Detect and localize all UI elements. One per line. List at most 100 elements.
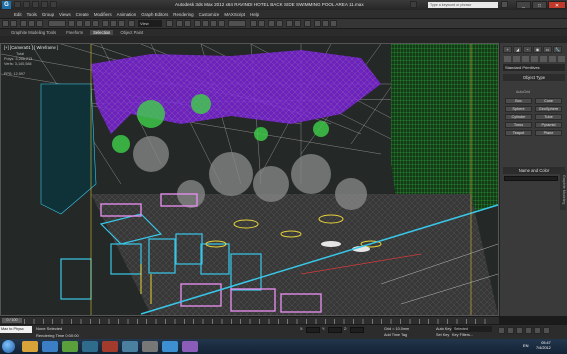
utilities-tab-icon[interactable]: 🔧 (553, 46, 562, 53)
schematic-view-icon[interactable] (294, 20, 301, 27)
skype-taskbar-icon[interactable] (162, 341, 178, 352)
motion-tab-icon[interactable]: ◉ (533, 46, 542, 53)
bind-space-warp-icon[interactable] (36, 20, 43, 27)
new-file-icon[interactable] (14, 1, 21, 8)
systems-icon[interactable] (558, 56, 565, 62)
viewport-label[interactable]: [+] [Camera01 ] [ Wireframe ] (4, 45, 58, 50)
language-indicator[interactable]: EN (523, 343, 529, 348)
cone-button[interactable]: Cone (535, 98, 562, 104)
create-tab-icon[interactable]: + (503, 46, 512, 53)
link-icon[interactable] (20, 20, 27, 27)
add-time-tag-button[interactable]: Add Time Tag (384, 333, 407, 337)
pivot-center-icon[interactable] (166, 20, 173, 27)
pyramid-button[interactable]: Pyramid (535, 122, 562, 128)
coord-z-field[interactable] (350, 327, 364, 333)
browser-taskbar-icon[interactable] (42, 341, 58, 352)
percent-snap-icon[interactable] (210, 20, 217, 27)
player-taskbar-icon[interactable] (182, 341, 198, 352)
autogrid-checkbox[interactable]: AutoGrid (516, 90, 530, 94)
rendered-frame-window-icon[interactable] (322, 20, 329, 27)
menu-animation[interactable]: Animation (117, 12, 137, 17)
menu-group[interactable]: Group (42, 12, 54, 17)
auto-key-button[interactable]: Auto Key (436, 327, 451, 331)
pan-view-icon[interactable] (498, 327, 505, 334)
object-name-field[interactable] (504, 176, 558, 181)
tab-object-paint[interactable]: Object Paint (117, 30, 146, 35)
save-icon[interactable] (32, 1, 39, 8)
spinner-snap-icon[interactable] (218, 20, 225, 27)
material-editor-icon[interactable] (304, 20, 311, 27)
autocad-taskbar-icon[interactable] (102, 341, 118, 352)
menu-help[interactable]: Help (250, 12, 259, 17)
helpers-icon[interactable] (540, 56, 547, 62)
angle-snap-icon[interactable] (202, 20, 209, 27)
field-of-view-icon[interactable] (525, 327, 532, 334)
zoom-icon[interactable] (516, 327, 523, 334)
layer-manager-icon[interactable] (268, 20, 275, 27)
cameras-icon[interactable] (531, 56, 538, 62)
keyboard-shortcut-icon[interactable] (184, 20, 191, 27)
unlink-icon[interactable] (28, 20, 35, 27)
redo-icon[interactable] (50, 1, 57, 8)
open-file-icon[interactable] (23, 1, 30, 8)
geosphere-button[interactable]: GeoSphere (535, 106, 562, 112)
maximize-button[interactable]: □ (532, 1, 547, 9)
folder-taskbar-icon[interactable] (142, 341, 158, 352)
menu-views[interactable]: Views (59, 12, 71, 17)
window-crossing-icon[interactable] (92, 20, 99, 27)
set-key-button[interactable]: Set Key (436, 333, 449, 337)
close-button[interactable]: ✕ (548, 1, 566, 9)
primitive-category-dropdown[interactable]: Standard Primitives (503, 64, 565, 71)
graphite-toggle-icon[interactable] (276, 20, 283, 27)
time-slider[interactable]: 0 / 100 (2, 318, 22, 323)
binoculars-icon[interactable] (410, 1, 417, 8)
system-clock[interactable]: 05:47 7/4/2012 (536, 341, 551, 351)
render-setup-icon[interactable] (314, 20, 321, 27)
scale-icon[interactable] (118, 20, 125, 27)
name-and-color-rollout[interactable]: Name and Color (503, 167, 565, 174)
align-icon[interactable] (258, 20, 265, 27)
selection-filter-dropdown[interactable] (48, 20, 66, 27)
geometry-icon[interactable] (504, 56, 511, 62)
select-manipulate-icon[interactable] (176, 20, 183, 27)
reference-coordinate-dropdown[interactable]: View (138, 20, 162, 27)
maximize-viewport-icon[interactable] (534, 327, 541, 334)
lights-icon[interactable] (522, 56, 529, 62)
rectangular-selection-icon[interactable] (84, 20, 91, 27)
reference-coord-icon[interactable] (128, 20, 135, 27)
select-object-icon[interactable] (68, 20, 75, 27)
modify-tab-icon[interactable]: ◢ (513, 46, 522, 53)
menu-modifiers[interactable]: Modifiers (94, 12, 112, 17)
tube-button[interactable]: Tube (535, 114, 562, 120)
cylinder-button[interactable]: Cylinder (505, 114, 532, 120)
render-production-icon[interactable] (330, 20, 337, 27)
maxscript-listener[interactable]: Max to Physc (0, 326, 32, 333)
display-tab-icon[interactable]: ▭ (543, 46, 552, 53)
menu-rendering[interactable]: Rendering (173, 12, 193, 17)
explorer-taskbar-icon[interactable] (22, 341, 38, 352)
media-taskbar-icon[interactable] (62, 341, 78, 352)
named-selection-dropdown[interactable] (228, 20, 246, 27)
mirror-icon[interactable] (250, 20, 257, 27)
box-button[interactable]: Box (505, 98, 532, 104)
orbit-icon[interactable] (507, 327, 514, 334)
menu-customize[interactable]: Customize (199, 12, 220, 17)
coord-y-field[interactable] (328, 327, 342, 333)
minimize-button[interactable]: _ (516, 1, 531, 9)
space-warps-icon[interactable] (549, 56, 556, 62)
menu-tools[interactable]: Tools (27, 12, 37, 17)
tab-graphite-modeling-tools[interactable]: Graphite Modeling Tools (8, 30, 59, 35)
menu-graph-editors[interactable]: Graph Editors (141, 12, 168, 17)
menu-edit[interactable]: Edit (14, 12, 22, 17)
curve-editor-icon[interactable] (286, 20, 293, 27)
tab-freeform[interactable]: Freeform (63, 30, 86, 35)
move-icon[interactable] (102, 20, 109, 27)
app-logo-icon[interactable]: G (2, 1, 11, 9)
start-button-icon[interactable] (2, 340, 15, 353)
object-type-rollout[interactable]: Object Type (503, 74, 565, 81)
help-icon[interactable] (501, 1, 508, 8)
undo-toolbar-icon[interactable] (2, 20, 9, 27)
3dsmax-taskbar-icon[interactable] (122, 341, 138, 352)
plane-button[interactable]: Plane (535, 130, 562, 136)
menu-maxscript[interactable]: MAXScript (224, 12, 245, 17)
